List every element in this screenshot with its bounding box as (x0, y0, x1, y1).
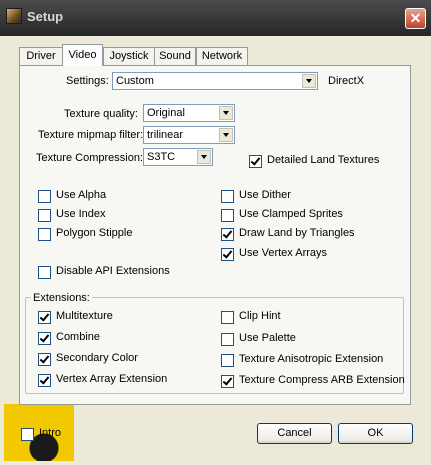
detailed-land-label: Detailed Land Textures (267, 154, 380, 166)
checkbox-icon[interactable] (38, 266, 51, 279)
use-index-label: Use Index (56, 208, 106, 220)
texture-quality-value: Original (147, 107, 185, 119)
checkbox-icon[interactable] (221, 248, 234, 261)
checkbox-icon[interactable] (221, 209, 234, 222)
use-alpha-label: Use Alpha (56, 189, 107, 201)
disable-api-extensions-label: Disable API Extensions (56, 265, 170, 277)
checkbox-icon[interactable] (38, 374, 51, 387)
settings-label: Settings: (66, 75, 109, 87)
chevron-down-icon[interactable] (302, 74, 316, 88)
use-clamped-sprites-label: Use Clamped Sprites (239, 208, 343, 220)
video-settings-content: Settings: Custom DirectX Texture quality… (0, 0, 431, 465)
secondary-color-label: Secondary Color (56, 352, 138, 364)
mipmap-filter-select[interactable]: trilinear (143, 126, 235, 144)
checkbox-icon[interactable] (38, 332, 51, 345)
checkbox-icon[interactable] (221, 354, 234, 367)
checkbox-icon[interactable] (38, 228, 51, 241)
chevron-down-icon[interactable] (219, 128, 233, 142)
checkbox-icon[interactable] (221, 311, 234, 324)
use-dither-label: Use Dither (239, 189, 291, 201)
checkbox-icon[interactable] (38, 209, 51, 222)
use-palette-label: Use Palette (239, 332, 296, 344)
texture-quality-select[interactable]: Original (143, 104, 235, 122)
draw-land-triangles-label: Draw Land by Triangles (239, 227, 355, 239)
polygon-stipple-label: Polygon Stipple (56, 227, 133, 239)
checkbox-icon[interactable] (221, 333, 234, 346)
clip-hint-label: Clip Hint (239, 310, 281, 322)
texture-compress-arb-label: Texture Compress ARB Extension (239, 374, 405, 386)
chevron-down-icon[interactable] (197, 150, 211, 164)
settings-value: Custom (116, 75, 154, 87)
settings-select[interactable]: Custom (112, 72, 318, 90)
extensions-group-label: Extensions: (31, 292, 92, 304)
intro-label: Intro (39, 427, 62, 439)
checkbox-icon[interactable] (249, 155, 262, 168)
multitexture-label: Multitexture (56, 310, 113, 322)
checkbox-icon[interactable] (38, 190, 51, 203)
combine-label: Combine (56, 331, 101, 343)
texture-compression-label: Texture Compression: (36, 152, 143, 164)
api-label: DirectX (328, 75, 365, 87)
texture-anisotropic-label: Texture Anisotropic Extension (239, 353, 384, 365)
checkbox-icon[interactable] (21, 428, 34, 441)
vertex-array-extension-label: Vertex Array Extension (56, 373, 168, 385)
chevron-down-icon[interactable] (219, 106, 233, 120)
use-vertex-arrays-label: Use Vertex Arrays (239, 247, 328, 259)
mipmap-filter-label: Texture mipmap filter: (38, 129, 144, 141)
texture-compression-value: S3TC (147, 151, 176, 163)
mipmap-filter-value: trilinear (147, 129, 184, 141)
texture-quality-label: Texture quality: (64, 108, 138, 120)
checkbox-icon[interactable] (221, 228, 234, 241)
checkbox-icon[interactable] (38, 311, 51, 324)
checkbox-icon[interactable] (221, 190, 234, 203)
texture-compression-select[interactable]: S3TC (143, 148, 213, 166)
checkbox-icon[interactable] (38, 353, 51, 366)
checkbox-icon[interactable] (221, 375, 234, 388)
